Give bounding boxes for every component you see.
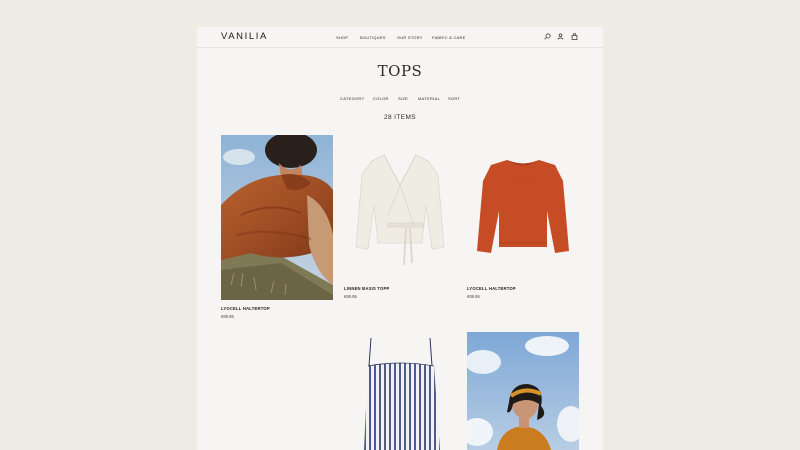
product-price: €89.95 — [344, 294, 357, 299]
site-header: VANILIA SHOP BOUTIQUES OUR STORY FABRIC … — [197, 27, 603, 48]
product-card[interactable] — [344, 332, 456, 450]
brand-logo[interactable]: VANILIA — [221, 31, 268, 42]
filter-material[interactable]: MATERIAL — [418, 96, 440, 101]
product-card[interactable]: LYOCELL HALTERTOP €89.95 — [221, 135, 333, 325]
account-icon[interactable] — [557, 33, 564, 40]
product-price: €89.95 — [467, 294, 480, 299]
product-image[interactable] — [344, 332, 456, 450]
product-card[interactable]: LYOCELL HALTERTOP €89.95 — [467, 135, 579, 305]
filter-category[interactable]: CATEGORY — [340, 96, 364, 101]
filter-size[interactable]: SIZE — [398, 96, 408, 101]
product-image[interactable] — [344, 135, 456, 280]
product-name[interactable]: LINNEN BASIS TOPP — [344, 286, 389, 291]
product-price: €89.95 — [221, 314, 234, 319]
page-title: TOPS — [377, 62, 423, 80]
product-image[interactable] — [467, 332, 579, 450]
item-count: 28 ITEMS — [383, 114, 417, 121]
nav-boutiques[interactable]: BOUTIQUES — [360, 35, 386, 40]
product-image[interactable] — [221, 135, 333, 300]
product-image[interactable] — [467, 135, 579, 280]
nav-our-story[interactable]: OUR STORY — [397, 35, 423, 40]
search-icon[interactable] — [544, 33, 551, 40]
product-name[interactable]: LYOCELL HALTERTOP — [467, 286, 516, 291]
filter-sort[interactable]: SORT — [448, 96, 460, 101]
filter-color[interactable]: COLOR — [373, 96, 389, 101]
product-name[interactable]: LYOCELL HALTERTOP — [221, 306, 270, 311]
nav-shop[interactable]: SHOP — [336, 35, 348, 40]
bag-icon[interactable] — [571, 33, 578, 40]
product-card[interactable]: LINNEN BASIS TOPP €89.95 — [344, 135, 456, 305]
page-container: VANILIA SHOP BOUTIQUES OUR STORY FABRIC … — [197, 27, 603, 450]
nav-fabric-care[interactable]: FABRIC & CARE — [432, 35, 466, 40]
product-card[interactable] — [467, 332, 579, 450]
